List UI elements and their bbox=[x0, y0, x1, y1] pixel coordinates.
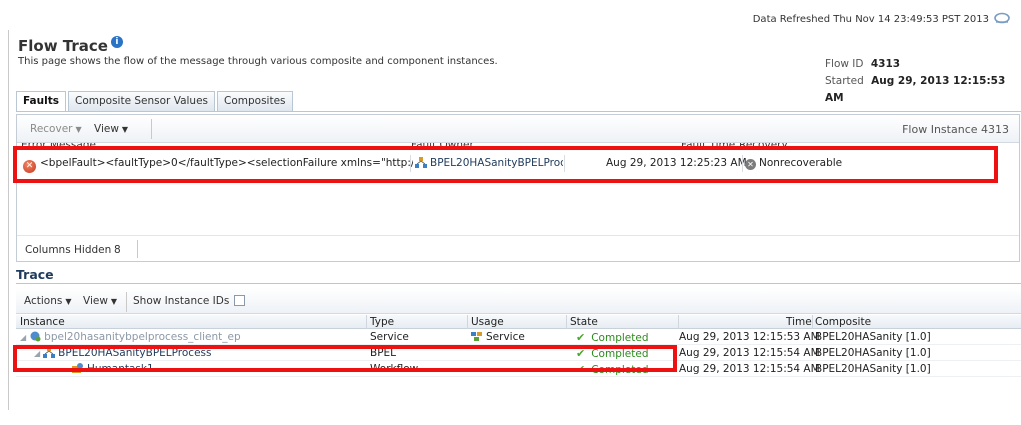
col-divider bbox=[366, 315, 367, 329]
flow-id-label: Flow ID bbox=[825, 58, 864, 70]
refresh-icon[interactable] bbox=[993, 12, 1011, 26]
faults-toolbar: Recover ▼ View ▼ Flow Instance 4313 bbox=[17, 115, 1019, 143]
instance-composite: BPEL20HASanity [1.0] bbox=[815, 363, 931, 375]
page-title: Flow Trace bbox=[18, 37, 108, 55]
columns-hidden-bar: Columns Hidden 8 bbox=[17, 235, 1019, 262]
tab-underline bbox=[16, 111, 1021, 112]
instance-state: Completed bbox=[591, 332, 649, 344]
instance-time: Aug 29, 2013 12:15:53 AM bbox=[679, 331, 820, 343]
instance-composite: BPEL20HASanity [1.0] bbox=[815, 347, 931, 359]
col-divider bbox=[566, 315, 567, 329]
recover-menu[interactable]: Recover ▼ bbox=[30, 123, 82, 135]
page-subtitle: This page shows the flow of the message … bbox=[18, 56, 498, 67]
service-icon bbox=[30, 331, 41, 342]
columns-hidden-count: 8 bbox=[114, 244, 121, 256]
toolbar-separator bbox=[126, 292, 127, 312]
col-state[interactable]: State bbox=[570, 316, 598, 328]
info-icon[interactable]: i bbox=[110, 36, 123, 48]
col-usage[interactable]: Usage bbox=[471, 316, 504, 328]
trace-toolbar: Actions ▼ View ▼ Show Instance IDs bbox=[16, 288, 1021, 314]
toolbar-separator bbox=[151, 119, 152, 139]
actions-label: Actions bbox=[24, 295, 63, 307]
chevron-down-icon: ▼ bbox=[121, 125, 129, 134]
col-divider bbox=[678, 315, 679, 329]
data-refreshed: Data Refreshed Thu Nov 14 23:49:53 PST 2… bbox=[753, 12, 1011, 26]
trace-table-header: Instance Type Usage State Time Composite bbox=[16, 315, 1021, 329]
instance-type: Service bbox=[370, 331, 409, 343]
show-instance-ids-label: Show Instance IDs bbox=[133, 295, 230, 307]
tab-faults[interactable]: Faults bbox=[16, 91, 66, 112]
instance-time: Aug 29, 2013 12:15:54 AM bbox=[679, 347, 820, 359]
instance-cell[interactable]: ◢ bpel20hasanitybpelprocess_client_ep bbox=[20, 331, 241, 343]
trace-view-label: View bbox=[83, 295, 108, 307]
flow-instance-label: Flow Instance 4313 bbox=[902, 123, 1009, 136]
tab-composites[interactable]: Composites bbox=[217, 91, 293, 111]
columns-hidden-label: Columns Hidden bbox=[25, 244, 112, 256]
show-instance-ids-checkbox[interactable] bbox=[234, 295, 245, 306]
faults-panel: Recover ▼ View ▼ Flow Instance 4313 Error … bbox=[16, 114, 1020, 262]
page-title-row: Flow Trace i bbox=[18, 36, 123, 55]
state-cell: ✔ Completed bbox=[576, 331, 649, 344]
faults-view-label: View bbox=[94, 123, 119, 135]
flow-meta: Flow ID 4313 Started Aug 29, 2013 12:15:… bbox=[825, 56, 1021, 107]
collapse-triangle-icon[interactable]: ◢ bbox=[20, 333, 26, 342]
trace-view-menu[interactable]: View ▼ bbox=[83, 295, 117, 307]
flow-id-value: 4313 bbox=[870, 58, 901, 70]
left-divider bbox=[8, 30, 9, 410]
instance-composite: BPEL20HASanity [1.0] bbox=[815, 331, 931, 343]
fault-row-highlight bbox=[13, 146, 998, 183]
toolbar-separator bbox=[137, 240, 138, 258]
flow-id-row: Flow ID 4313 bbox=[825, 56, 1021, 73]
started-row: Started Aug 29, 2013 12:15:53 AM bbox=[825, 73, 1021, 107]
data-refreshed-text: Data Refreshed Thu Nov 14 23:49:53 PST 2… bbox=[752, 13, 989, 25]
col-instance[interactable]: Instance bbox=[20, 316, 65, 328]
chevron-down-icon: ▼ bbox=[65, 297, 72, 306]
col-time[interactable]: Time bbox=[786, 316, 812, 328]
trace-title: Trace bbox=[16, 267, 54, 282]
instance-time: Aug 29, 2013 12:15:54 AM bbox=[679, 363, 820, 375]
instance-name: bpel20hasanitybpelprocess_client_ep bbox=[44, 331, 241, 343]
tab-bar: Faults Composite Sensor Values Composite… bbox=[16, 91, 295, 112]
trace-divider bbox=[16, 283, 1021, 284]
tab-composite-sensor-values[interactable]: Composite Sensor Values bbox=[68, 91, 216, 111]
instance-usage: Service bbox=[486, 331, 525, 343]
col-divider bbox=[467, 315, 468, 329]
chevron-down-icon: ▼ bbox=[75, 125, 82, 134]
service-usage-icon bbox=[471, 332, 482, 341]
bpel-row-highlight bbox=[13, 345, 677, 372]
chevron-down-icon: ▼ bbox=[110, 297, 118, 306]
col-divider bbox=[812, 315, 813, 329]
started-label: Started bbox=[825, 75, 864, 87]
col-composite[interactable]: Composite bbox=[815, 316, 871, 328]
faults-view-menu[interactable]: View ▼ bbox=[94, 123, 128, 135]
col-type[interactable]: Type bbox=[370, 316, 394, 328]
checkmark-icon: ✔ bbox=[576, 331, 586, 344]
trace-row[interactable]: ◢ bpel20hasanitybpelprocess_client_ep Ser… bbox=[16, 329, 1021, 345]
usage-cell: Service bbox=[471, 331, 525, 343]
recover-label: Recover bbox=[30, 123, 73, 135]
actions-menu[interactable]: Actions ▼ bbox=[24, 295, 72, 307]
